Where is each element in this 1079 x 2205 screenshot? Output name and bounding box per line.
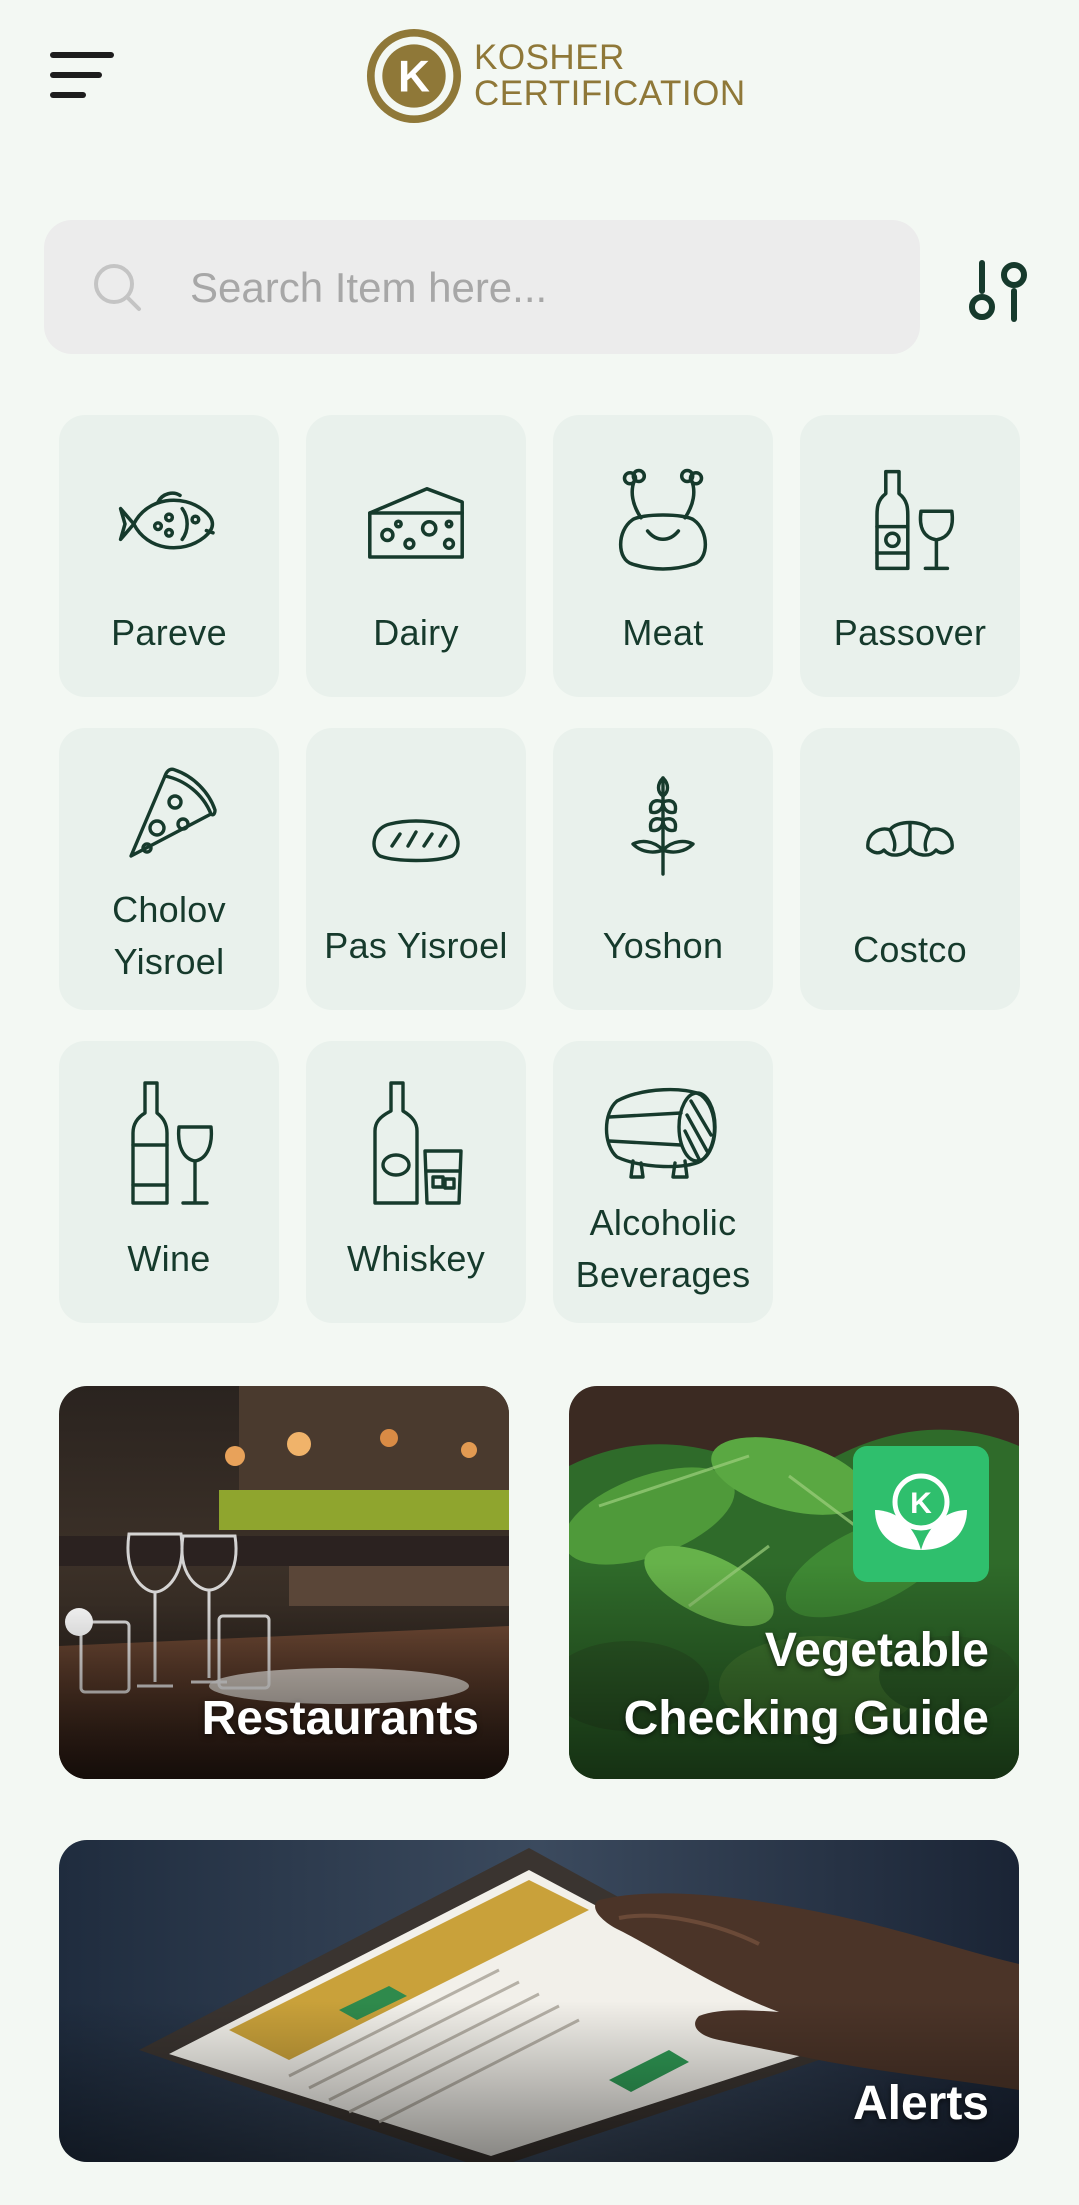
logo-line-2: CERTIFICATION (474, 74, 746, 113)
category-tile-yoshon[interactable]: Yoshon (553, 728, 773, 1010)
category-tile-passover[interactable]: Passover (800, 415, 1020, 697)
category-tile-alcoholic-beverages[interactable]: Alcoholic Beverages (553, 1041, 773, 1323)
search-bar[interactable] (44, 220, 920, 354)
bottle-glass-icon (875, 469, 955, 571)
fish-icon (118, 491, 215, 550)
category-tile-cholov-yisroel[interactable]: Cholov Yisroel (59, 728, 279, 1010)
category-label: Meat (622, 612, 704, 653)
restaurants-card[interactable]: Restaurants (59, 1386, 509, 1779)
category-label: Pas Yisroel (324, 925, 508, 966)
cheese-icon (368, 487, 464, 559)
filter-icon[interactable] (962, 255, 1034, 327)
logo-text: KOSHER CERTIFICATION (474, 40, 746, 112)
category-label: Passover (833, 612, 987, 653)
wheat-icon (631, 776, 695, 876)
search-icon (94, 264, 141, 311)
pizza-icon (129, 767, 217, 858)
alerts-card[interactable]: Alerts (59, 1840, 1019, 2162)
category-tile-whiskey[interactable]: Whiskey (306, 1041, 526, 1323)
category-tile-dairy[interactable]: Dairy (306, 415, 526, 697)
category-label: Alcoholic Beverages (575, 1202, 751, 1295)
category-label: Dairy (373, 612, 459, 653)
app-logo: K KOSHER CERTIFICATION (366, 26, 745, 126)
wine-icon (131, 1081, 214, 1205)
alerts-card-label: Alerts (852, 2077, 989, 2130)
search-input[interactable] (188, 250, 882, 326)
logo-line-1: KOSHER (474, 38, 625, 77)
category-tile-costco[interactable]: Costco (800, 728, 1020, 1010)
bread-icon (372, 819, 460, 863)
vegetable-guide-card-label: Vegetable Checking Guide (623, 1624, 989, 1745)
category-label: Yoshon (602, 925, 724, 966)
category-tile-pareve[interactable]: Pareve (59, 415, 279, 697)
restaurants-card-label: Restaurants (201, 1692, 479, 1745)
whiskey-icon (373, 1081, 463, 1205)
vegetable-guide-badge-icon: K (853, 1446, 989, 1582)
category-label: Wine (127, 1238, 211, 1279)
chicken-icon (618, 468, 708, 571)
menu-icon[interactable] (50, 52, 114, 102)
app-header: K KOSHER CERTIFICATION (0, 0, 1079, 160)
svg-text:K: K (910, 1487, 932, 1520)
category-label: Cholov Yisroel (112, 889, 226, 982)
logo-mark-icon: K (366, 28, 462, 124)
vegetable-guide-card[interactable]: K Vegetable Checking Guide (569, 1386, 1019, 1779)
category-label: Whiskey (346, 1238, 486, 1279)
category-label: Pareve (111, 612, 227, 653)
category-tile-wine[interactable]: Wine (59, 1041, 279, 1323)
croissant-icon (866, 820, 954, 857)
category-tile-pas-yisroel[interactable]: Pas Yisroel (306, 728, 526, 1010)
category-label: Costco (853, 929, 967, 970)
barrel-icon (604, 1087, 717, 1179)
category-tile-meat[interactable]: Meat (553, 415, 773, 697)
svg-text:K: K (398, 52, 430, 101)
